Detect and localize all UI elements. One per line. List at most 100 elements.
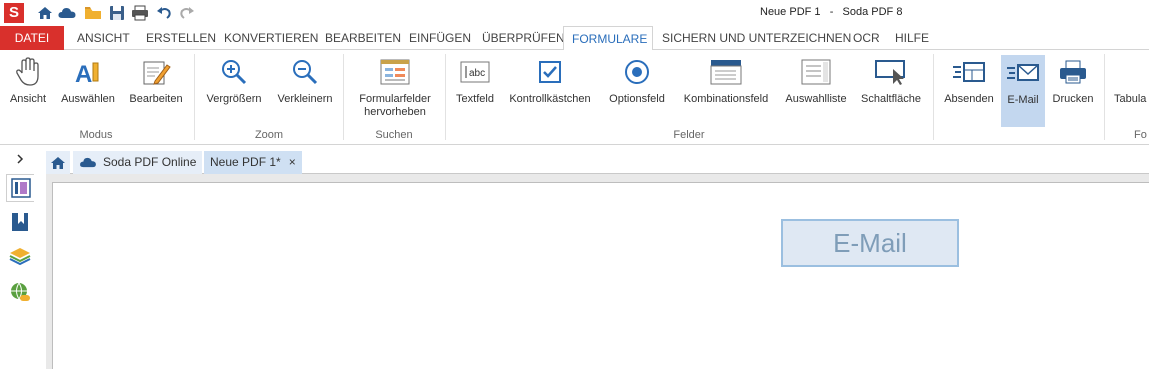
- verkleinern-label: Verkleinern: [277, 93, 333, 105]
- app-logo[interactable]: S: [4, 3, 24, 23]
- email-label: E-Mail: [1007, 94, 1039, 106]
- print-icon[interactable]: [131, 4, 149, 22]
- drucken-label: Drucken: [1052, 93, 1094, 105]
- tab-einfuegen[interactable]: EINFÜGEN: [401, 26, 479, 50]
- vergroessern-label: Vergrößern: [206, 93, 262, 105]
- page-thumbnails-icon[interactable]: [6, 174, 34, 202]
- submit-form-icon: [952, 54, 986, 90]
- printer-icon: [1058, 54, 1088, 90]
- auswahlliste-label: Auswahlliste: [785, 93, 847, 105]
- ribbon: Ansicht A Auswählen Bearbeiten Modus Ver…: [0, 50, 1149, 145]
- document-tabs: Soda PDF Online Neue PDF 1* ×: [46, 150, 1149, 174]
- push-button-icon: [875, 54, 907, 90]
- edit-pencil-icon: [141, 54, 171, 90]
- group-separator: [933, 54, 934, 140]
- layers-icon[interactable]: [6, 242, 34, 270]
- save-icon[interactable]: [108, 4, 126, 22]
- document-tab-neue-pdf[interactable]: Neue PDF 1* ×: [204, 151, 302, 174]
- ansicht-label: Ansicht: [9, 93, 47, 105]
- tab-ocr[interactable]: OCR: [845, 26, 888, 50]
- kombinationsfeld-button[interactable]: Kombinationsfeld: [677, 54, 775, 126]
- auswahlliste-button[interactable]: Auswahlliste: [780, 54, 852, 126]
- absenden-label: Absenden: [944, 93, 994, 105]
- tab-datei[interactable]: DATEI: [0, 26, 64, 50]
- verkleinern-button[interactable]: Verkleinern: [271, 54, 339, 126]
- tab-erstellen[interactable]: ERSTELLEN: [138, 26, 224, 50]
- cloud-icon: [80, 157, 96, 168]
- home-icon: [51, 156, 65, 169]
- absenden-button[interactable]: Absenden: [939, 54, 999, 126]
- tab-hilfe[interactable]: HILFE: [887, 26, 937, 50]
- open-folder-icon[interactable]: [84, 4, 102, 22]
- bearbeiten-label: Bearbeiten: [129, 93, 183, 105]
- bookmarks-icon[interactable]: [6, 208, 34, 236]
- title-bar: S Neue PDF 1 - Soda PDF 8: [0, 0, 1149, 26]
- window-title: Neue PDF 1 - Soda PDF 8: [760, 6, 903, 18]
- left-side-panel: [0, 146, 42, 369]
- group-separator: [194, 54, 195, 140]
- tab-ansicht[interactable]: ANSICHT: [69, 26, 138, 50]
- pdf-page[interactable]: [52, 182, 1149, 369]
- zoom-out-icon: [291, 54, 319, 90]
- email-button[interactable]: E-Mail: [1001, 55, 1045, 127]
- optionsfeld-button[interactable]: Optionsfeld: [602, 54, 672, 126]
- group-separator: [445, 54, 446, 140]
- document-tab-label: Neue PDF 1*: [210, 155, 281, 169]
- textfeld-label: Textfeld: [456, 93, 494, 105]
- tab-bearbeiten[interactable]: BEARBEITEN: [317, 26, 409, 50]
- formularfelder-label-line2: hervorheben: [364, 106, 426, 118]
- group-label-cutoff: Fo: [1134, 129, 1147, 141]
- ansicht-button[interactable]: Ansicht: [6, 54, 50, 126]
- tabulatorreihenfolge-button[interactable]: Tabula: [1114, 54, 1149, 126]
- checkbox-icon: [538, 54, 562, 90]
- home-tab[interactable]: [46, 151, 70, 174]
- svg-text:abc: abc: [469, 68, 485, 79]
- group-label-modus: Modus: [79, 129, 113, 141]
- group-label-felder: Felder: [673, 129, 705, 141]
- vergroessern-button[interactable]: Vergrößern: [200, 54, 268, 126]
- group-label-zoom: Zoom: [254, 129, 284, 141]
- drucken-button[interactable]: Drucken: [1048, 54, 1098, 126]
- list-box-icon: [801, 54, 831, 90]
- web-links-icon[interactable]: [6, 278, 34, 306]
- bearbeiten-button[interactable]: Bearbeiten: [124, 54, 188, 126]
- schaltflaeche-label: Schaltfläche: [861, 93, 921, 105]
- tab-ueberpruefen[interactable]: ÜBERPRÜFEN: [474, 26, 573, 50]
- menu-bar: DATEI ANSICHT ERSTELLEN KONVERTIEREN BEA…: [0, 26, 1149, 51]
- soda-pdf-online-label: Soda PDF Online: [103, 155, 197, 169]
- text-field-icon: abc: [460, 54, 490, 90]
- email-form-button[interactable]: E-Mail: [781, 219, 959, 267]
- expand-panel-chevron-icon[interactable]: [6, 148, 34, 170]
- schaltflaeche-button[interactable]: Schaltfläche: [857, 54, 925, 126]
- kontrollkaestchen-button[interactable]: Kontrollkästchen: [503, 54, 597, 126]
- radio-button-icon: [624, 54, 650, 90]
- document-viewer: [46, 174, 1149, 369]
- highlight-fields-icon: [380, 54, 410, 90]
- auswaehlen-label: Auswählen: [61, 93, 115, 105]
- home-icon[interactable]: [36, 4, 54, 22]
- zoom-in-icon: [220, 54, 248, 90]
- kontrollkaestchen-label: Kontrollkästchen: [509, 93, 591, 105]
- cloud-icon[interactable]: [58, 4, 76, 22]
- tab-konvertieren[interactable]: KONVERTIEREN: [216, 26, 326, 50]
- auswaehlen-button[interactable]: A Auswählen: [57, 54, 119, 126]
- textfeld-button[interactable]: abc Textfeld: [452, 54, 498, 126]
- svg-text:A: A: [75, 61, 92, 87]
- tabula-label: Tabula: [1114, 93, 1147, 105]
- formularfelder-hervorheben-button[interactable]: Formularfelder hervorheben: [350, 54, 440, 126]
- tab-sichern-und-unterzeichnen[interactable]: SICHERN UND UNTERZEICHNEN: [654, 26, 859, 50]
- redo-icon[interactable]: [178, 4, 196, 22]
- soda-pdf-online-tab[interactable]: Soda PDF Online: [73, 151, 203, 174]
- undo-icon[interactable]: [155, 4, 173, 22]
- kombinationsfeld-label: Kombinationsfeld: [683, 93, 769, 105]
- email-envelope-icon: [1006, 55, 1040, 91]
- group-separator: [1104, 54, 1105, 140]
- close-tab-icon[interactable]: ×: [289, 151, 296, 174]
- text-select-icon: A: [73, 54, 103, 90]
- group-label-suchen: Suchen: [375, 129, 413, 141]
- group-separator: [343, 54, 344, 140]
- formularfelder-label-line1: Formularfelder: [359, 93, 431, 105]
- optionsfeld-label: Optionsfeld: [609, 93, 665, 105]
- hand-icon: [15, 54, 41, 90]
- tab-formulare[interactable]: FORMULARE: [563, 26, 653, 51]
